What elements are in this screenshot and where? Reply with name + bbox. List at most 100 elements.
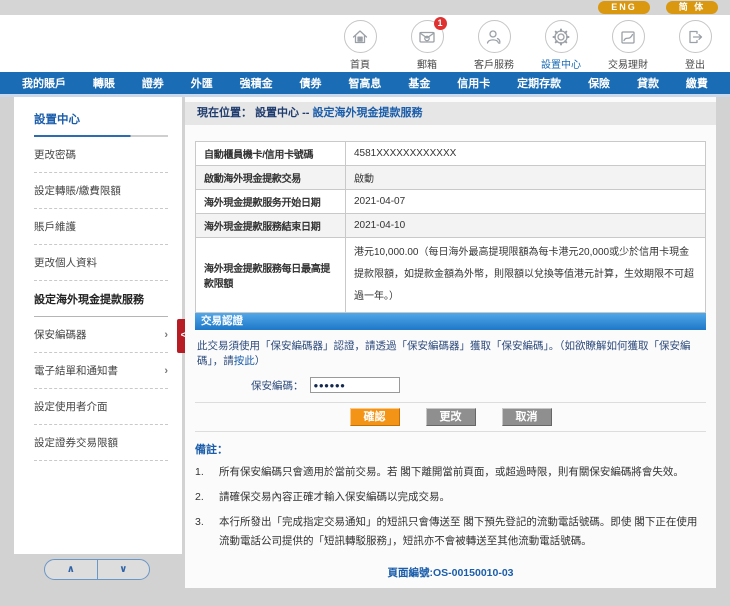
mail-badge: 1 <box>434 17 447 30</box>
nav-transfer[interactable]: 轉賬 <box>93 75 115 91</box>
scroll-down-button[interactable]: ∨ <box>98 560 150 579</box>
remark-text: 請確保交易內容正確才輸入保安編碼以完成交易。 <box>219 488 450 507</box>
nav-credit-card[interactable]: 信用卡 <box>457 75 490 91</box>
row-label-activation: 啟動海外現金提款交易 <box>196 166 346 190</box>
logout-icon <box>679 20 712 53</box>
remark-item-2: 2. 請確保交易內容正確才輸入保安編碼以完成交易。 <box>195 488 706 507</box>
nav-time-deposit[interactable]: 定期存款 <box>517 75 561 91</box>
nav-smart-interest[interactable]: 智高息 <box>348 75 381 91</box>
remark-number: 2. <box>195 488 209 507</box>
header-item-customer-service[interactable]: 客戶服務 <box>469 20 519 71</box>
page-body: 設置中心 更改密碼 設定轉賬/繳費限額 賬戶維護 更改個人資料 設定海外現金提款… <box>0 97 730 603</box>
remark-number: 3. <box>195 513 209 551</box>
action-button-row: 確認 更改 取消 <box>195 408 706 426</box>
remarks-section: 備註： 1. 所有保安編碼只會適用於當前交易。若 閣下離開當前頁面，或超過時限，… <box>195 441 706 551</box>
remark-number: 1. <box>195 463 209 482</box>
lang-simplified-button[interactable]: 简 体 <box>666 1 718 14</box>
row-value-card-number: 4581XXXXXXXXXXXX <box>346 142 706 166</box>
main-panel: 現在位置： 設置中心 -- 設定海外現金提款服務 自動櫃員機卡/信用卡號碼 45… <box>185 97 716 588</box>
header-icon-group: 首頁 1 郵箱 客戶服務 <box>335 20 720 71</box>
cancel-button[interactable]: 取消 <box>502 408 552 426</box>
divider <box>195 431 706 432</box>
breadcrumb-current[interactable]: 設定海外現金提款服務 <box>313 107 423 119</box>
nav-bonds[interactable]: 債券 <box>300 75 322 91</box>
header-label-customer-service: 客戶服務 <box>474 56 514 71</box>
row-label-daily-limit: 海外現金提款服務每日最高提款限額 <box>196 238 346 313</box>
row-label-card-number: 自動櫃員機卡/信用卡號碼 <box>196 142 346 166</box>
auth-instruction: 此交易須使用「保安編碼器」認證，請透過「保安編碼器」獲取「保安編碼」。（如欲瞭解… <box>197 338 706 368</box>
nav-fx[interactable]: 外匯 <box>191 75 213 91</box>
sidebar-item-change-password[interactable]: 更改密碼 <box>34 137 168 173</box>
row-label-end-date: 海外現金提款服務結束日期 <box>196 214 346 238</box>
row-label-start-date: 海外現金提款服务开始日期 <box>196 190 346 214</box>
sidebar-item-security-token[interactable]: 保安編碼器 › <box>34 317 168 353</box>
header-item-settings[interactable]: 設置中心 <box>536 20 586 71</box>
sidebar-item-label: 更改個人資料 <box>34 255 97 270</box>
scroll-pager: ∧ ∨ <box>44 559 150 580</box>
remark-item-1: 1. 所有保安編碼只會適用於當前交易。若 閣下離開當前頁面，或超過時限，則有關保… <box>195 463 706 482</box>
header-item-wealth[interactable]: 交易理財 <box>603 20 653 71</box>
breadcrumb: 現在位置： 設置中心 -- 設定海外現金提款服務 <box>185 102 716 125</box>
sidebar-item-securities-limit[interactable]: 設定證券交易限額 <box>34 425 168 461</box>
lang-eng-button[interactable]: ENG <box>598 1 650 14</box>
scroll-up-button[interactable]: ∧ <box>45 560 98 579</box>
table-row: 海外現金提款服务开始日期 2021-04-07 <box>196 190 706 214</box>
nav-bill-payment[interactable]: 繳費 <box>686 75 708 91</box>
top-strip: ENG 简 体 <box>0 0 730 15</box>
row-value-daily-limit: 港元10,000.00（每日海外最高提現限額為每卡港元20,000或少於信用卡現… <box>346 238 706 313</box>
sidebar-item-personal-info[interactable]: 更改個人資料 <box>34 245 168 281</box>
sidebar-item-label: 賬戶維護 <box>34 219 76 234</box>
sidebar-item-transfer-limit[interactable]: 設定轉賬/繳費限額 <box>34 173 168 209</box>
sidebar-item-label: 更改密碼 <box>34 147 76 162</box>
mail-icon: 1 <box>411 20 444 53</box>
remarks-title: 備註： <box>195 441 706 457</box>
nav-my-accounts[interactable]: 我的賬戶 <box>22 75 66 91</box>
remark-text: 本行所發出「完成指定交易通知」的短訊只會傳送至 閣下預先登記的流動電話號碼。即使… <box>219 513 706 551</box>
gear-icon <box>545 20 578 53</box>
breadcrumb-section: 設置中心 -- <box>255 107 309 119</box>
main-content: 自動櫃員機卡/信用卡號碼 4581XXXXXXXXXXXX 啟動海外現金提款交易… <box>185 141 716 580</box>
row-value-end-date: 2021-04-10 <box>346 214 706 238</box>
row-value-start-date: 2021-04-07 <box>346 190 706 214</box>
auth-instruction-suffix: ） <box>255 355 266 367</box>
header-label-home: 首頁 <box>350 56 370 71</box>
transaction-auth-header: 交易認證 <box>195 313 706 330</box>
sidebar-item-ui-settings[interactable]: 設定使用者介面 <box>34 389 168 425</box>
sidebar-item-account-maintenance[interactable]: 賬戶維護 <box>34 209 168 245</box>
header-label-mail: 郵箱 <box>417 56 437 71</box>
row-value-activation: 啟動 <box>346 166 706 190</box>
remark-item-3: 3. 本行所發出「完成指定交易通知」的短訊只會傳送至 閣下預先登記的流動電話號碼… <box>195 513 706 551</box>
nav-funds[interactable]: 基金 <box>408 75 430 91</box>
sidebar-item-overseas-withdrawal[interactable]: 設定海外現金提款服務 <box>34 281 168 317</box>
breadcrumb-prefix: 現在位置： <box>197 107 252 119</box>
sidebar-item-label: 設定證券交易限額 <box>34 435 118 450</box>
header-label-logout: 登出 <box>685 56 705 71</box>
security-code-input[interactable] <box>310 377 400 393</box>
security-code-row: 保安編碼： <box>251 377 706 393</box>
wealth-icon <box>612 20 645 53</box>
header-label-settings: 設置中心 <box>541 56 581 71</box>
nav-securities[interactable]: 證券 <box>142 75 164 91</box>
sidebar-title: 設置中心 <box>34 111 168 127</box>
nav-insurance[interactable]: 保險 <box>588 75 610 91</box>
header-item-logout[interactable]: 登出 <box>670 20 720 71</box>
chevron-right-icon: › <box>164 365 168 377</box>
auth-instruction-text: 此交易須使用「保安編碼器」認證，請透過「保安編碼器」獲取「保安編碼」。（如欲瞭解… <box>197 340 691 367</box>
sidebar-item-label: 保安編碼器 <box>34 327 87 342</box>
sidebar-item-label: 設定海外現金提款服務 <box>34 291 144 307</box>
remark-text: 所有保安編碼只會適用於當前交易。若 閣下離開當前頁面，或超過時限，則有關保安編碼… <box>219 463 684 482</box>
page-number: 頁面編號:OS-00150010-03 <box>195 565 706 580</box>
nav-loans[interactable]: 貸款 <box>637 75 659 91</box>
auth-help-link[interactable]: 按此 <box>234 355 255 367</box>
confirm-button[interactable]: 確認 <box>350 408 400 426</box>
sidebar-item-label: 設定轉賬/繳費限額 <box>34 183 121 198</box>
sidebar-item-estatement[interactable]: 電子結單和通知書 › <box>34 353 168 389</box>
header-label-wealth: 交易理財 <box>608 56 648 71</box>
nav-mpf[interactable]: 強積金 <box>240 75 273 91</box>
table-row: 海外現金提款服務每日最高提款限額 港元10,000.00（每日海外最高提現限額為… <box>196 238 706 313</box>
header-item-mail[interactable]: 1 郵箱 <box>402 20 452 71</box>
main-nav: 我的賬戶 轉賬 證券 外匯 強積金 債券 智高息 基金 信用卡 定期存款 保險 … <box>0 72 730 97</box>
header: 首頁 1 郵箱 客戶服務 <box>0 15 730 72</box>
modify-button[interactable]: 更改 <box>426 408 476 426</box>
header-item-home[interactable]: 首頁 <box>335 20 385 71</box>
